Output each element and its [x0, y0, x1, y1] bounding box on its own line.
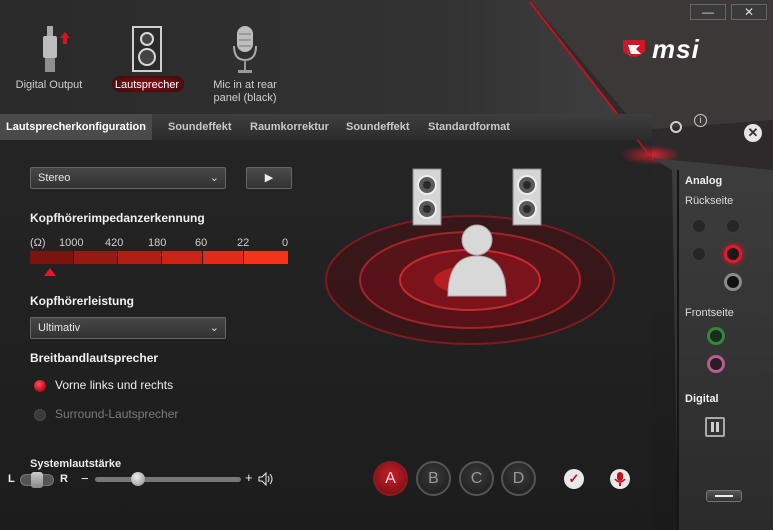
minimize-button[interactable]: — — [690, 4, 726, 20]
digital-heading: Digital — [685, 393, 719, 405]
settings-gear-icon[interactable] — [670, 121, 682, 133]
device-label: Lautsprecher — [114, 79, 180, 91]
volume-slider[interactable] — [95, 472, 241, 486]
chevron-down-icon: ⌄ — [209, 172, 219, 184]
rear-jack-icon[interactable] — [724, 273, 742, 291]
impedance-segment — [118, 251, 161, 264]
tab-lautsprecherkonfiguration[interactable]: Lautsprecherkonfiguration — [0, 114, 152, 140]
volume-knob[interactable] — [130, 472, 145, 486]
radio-label: Surround-Lautsprecher — [55, 407, 179, 421]
tab-soundeffekt[interactable]: Soundeffekt — [168, 114, 232, 140]
speaker-config-value: Stereo — [38, 172, 71, 184]
rear-jack-active-icon[interactable] — [724, 245, 742, 263]
system-volume-label: Systemlautstärke — [30, 458, 122, 470]
logo-wordmark: msi — [652, 34, 700, 64]
front-jack-pink-icon[interactable] — [707, 355, 725, 373]
radio-surround[interactable]: Surround-Lautsprecher — [34, 407, 294, 425]
play-test-button[interactable]: ▶ — [246, 167, 292, 189]
play-icon: ▶ — [264, 172, 274, 184]
impedance-tick: 0 — [282, 237, 289, 249]
impedance-tick: 180 — [148, 237, 167, 249]
profile-b-button[interactable]: B — [416, 461, 451, 496]
radio-selected-icon — [34, 380, 46, 392]
front-right-speaker-icon[interactable] — [512, 168, 542, 226]
broadband-heading: Breitbandlautsprecher — [30, 351, 159, 365]
rear-label: Rückseite — [685, 195, 734, 207]
apply-check-icon[interactable]: ✓ — [564, 469, 584, 489]
close-panel-icon[interactable]: ✕ — [744, 124, 762, 142]
tab-bar: Lautsprecherkonfiguration Soundeffekt Ra… — [0, 114, 652, 140]
impedance-segment — [203, 251, 243, 264]
device-microphone[interactable]: Mic in at rear panel (black) — [200, 20, 290, 106]
profile-d-button[interactable]: D — [501, 461, 536, 496]
profile-c-button[interactable]: C — [459, 461, 494, 496]
wrench-settings-icon[interactable] — [706, 490, 742, 502]
balance-slider[interactable] — [20, 472, 54, 488]
radio-label: Vorne links und rechts — [55, 378, 174, 392]
close-window-button[interactable]: ✕ — [731, 4, 767, 20]
tab-soundeffekt-2[interactable]: Soundeffekt — [346, 114, 410, 140]
device-label: Digital Output — [15, 79, 83, 91]
chevron-down-icon: ⌄ — [209, 322, 219, 334]
digital-port-icon[interactable] — [705, 417, 725, 437]
rear-jack-icon[interactable] — [724, 217, 742, 235]
impedance-segment — [30, 251, 73, 264]
info-icon[interactable]: i — [694, 114, 707, 127]
msi-dragon-icon — [623, 40, 645, 57]
impedance-tick: 420 — [105, 237, 124, 249]
headphone-power-value: Ultimativ — [38, 322, 81, 334]
rear-jack-icon[interactable] — [690, 245, 708, 263]
tab-raumkorrektur[interactable]: Raumkorrektur — [250, 114, 329, 140]
volume-plus-icon[interactable]: + — [245, 470, 253, 485]
impedance-segment — [162, 251, 202, 264]
balance-right-label: R — [60, 473, 68, 485]
impedance-unit: (Ω) — [30, 237, 46, 249]
msi-logo: msi — [620, 34, 699, 69]
profile-a-button[interactable]: A — [373, 461, 408, 496]
front-jack-green-icon[interactable] — [707, 327, 725, 345]
impedance-tick: 22 — [237, 237, 250, 249]
front-left-speaker-icon[interactable] — [412, 168, 442, 226]
speaker-volume-icon — [258, 472, 273, 486]
device-speaker[interactable]: Lautsprecher — [104, 20, 190, 96]
impedance-segment — [244, 251, 288, 264]
impedance-tick: 60 — [195, 237, 208, 249]
microphone-icon — [233, 26, 257, 73]
impedance-heading: Kopfhörerimpedanzerkennung — [30, 211, 205, 225]
impedance-marker-icon — [44, 268, 56, 276]
volume-minus-icon[interactable]: − — [81, 471, 89, 486]
speaker-icon — [132, 26, 162, 72]
device-label: Mic in at rear panel (black) — [213, 79, 277, 104]
listener-icon — [447, 224, 507, 297]
tab-standardformat[interactable]: Standardformat — [428, 114, 510, 140]
rear-jack-icon[interactable] — [690, 217, 708, 235]
impedance-segment — [74, 251, 117, 264]
analog-heading: Analog — [685, 175, 723, 187]
impedance-tick: 1000 — [59, 237, 84, 249]
mic-record-icon[interactable] — [609, 468, 631, 490]
balance-left-label: L — [8, 473, 15, 485]
front-label: Frontseite — [685, 307, 734, 319]
balance-knob[interactable] — [31, 472, 43, 488]
radio-front-left-right[interactable]: Vorne links und rechts — [34, 378, 294, 396]
radio-unselected-icon — [34, 409, 46, 421]
digital-output-icon — [43, 26, 70, 72]
device-digital-output[interactable]: Digital Output — [4, 20, 94, 96]
headphone-power-dropdown[interactable]: Ultimativ ⌄ — [30, 317, 226, 339]
power-heading: Kopfhörerleistung — [30, 294, 134, 308]
speaker-config-dropdown[interactable]: Stereo ⌄ — [30, 167, 226, 189]
